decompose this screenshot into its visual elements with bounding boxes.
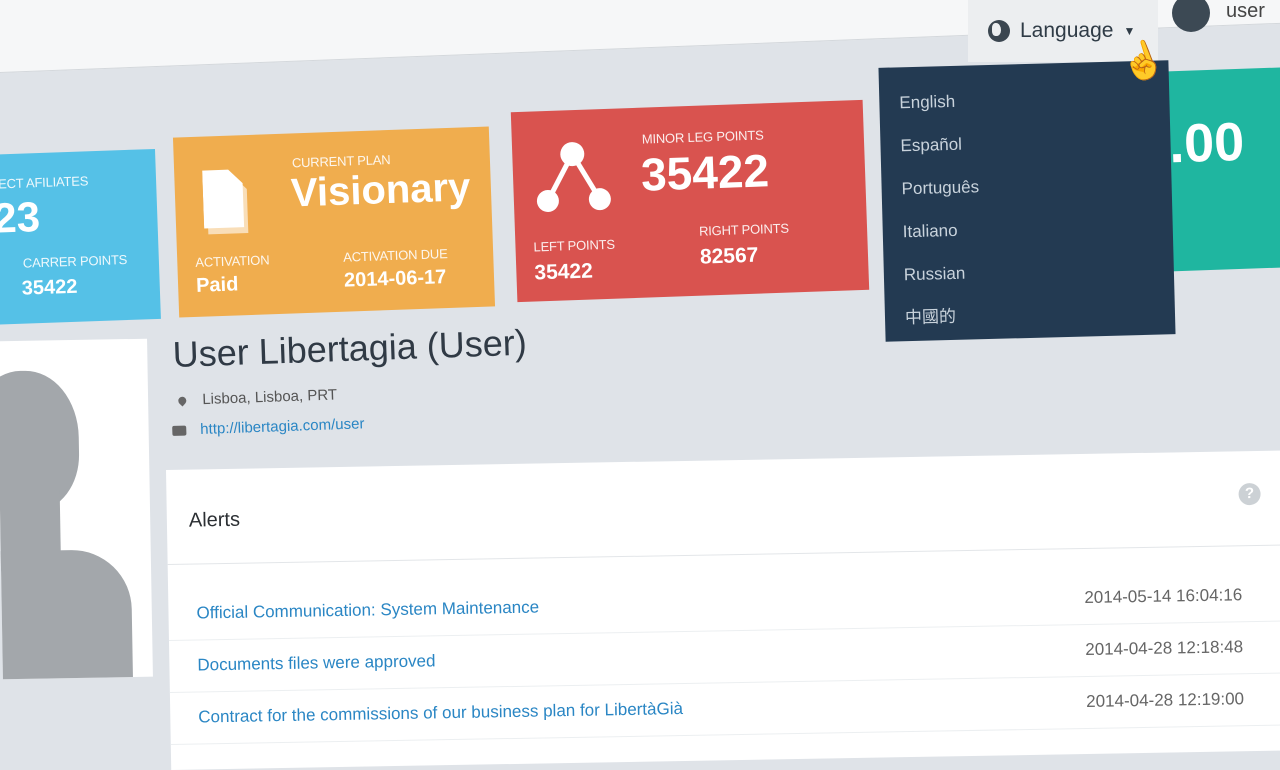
language-option-english[interactable]: English (899, 75, 1150, 125)
language-option-espanol[interactable]: Español (900, 118, 1151, 168)
language-menu: English Español Português Italiano Russi… (878, 60, 1176, 342)
tile-current-plan: CURRENT PLAN Visionary ACTIVATION Paid A… (172, 126, 496, 318)
alert-title[interactable]: Documents files were approved (197, 651, 435, 675)
tile-label: ECT AFILIATES (0, 173, 89, 192)
tile-sub-label: CARRER POINTS (22, 251, 128, 271)
activation-label: ACTIVATION (195, 252, 270, 270)
briefcase-icon (172, 425, 187, 436)
right-points-value: 82567 (699, 243, 759, 269)
alert-title[interactable]: Official Communication: System Maintenan… (196, 598, 539, 624)
alert-title[interactable]: Contract for the commissions of our busi… (198, 699, 683, 727)
language-option-italiano[interactable]: Italiano (902, 204, 1153, 254)
left-points-value: 35422 (534, 259, 594, 285)
language-option-portugues[interactable]: Português (901, 161, 1152, 211)
alert-date: 2014-04-28 12:19:00 (1086, 689, 1245, 711)
right-points-label: RIGHT POINTS (698, 220, 790, 239)
alert-date: 2014-04-28 12:18:48 (1085, 637, 1244, 659)
user-menu[interactable]: user (1172, 0, 1265, 36)
tile-value: 23 (0, 193, 41, 242)
tile-points: MINOR LEG POINTS 35422 LEFT POINTS 35422… (510, 99, 870, 303)
activation-due-label: ACTIVATION DUE (342, 246, 448, 265)
location-text: Lisboa, Lisboa, PRT (201, 386, 338, 409)
alert-date: 2014-05-14 16:04:16 (1084, 585, 1243, 607)
left-points-label: LEFT POINTS (533, 236, 616, 255)
profile-photo (0, 338, 153, 680)
avatar (1172, 0, 1210, 32)
profile-name: User Libertagia (User) (172, 321, 528, 375)
profile-location: Lisboa, Lisboa, PRT (176, 386, 337, 409)
language-label: Language (1020, 19, 1114, 42)
language-option-russian[interactable]: Russian (903, 247, 1154, 297)
alerts-panel: Alerts ? Official Communication: System … (166, 449, 1280, 770)
caret-down-icon: ▼ (1123, 24, 1136, 38)
user-name: user (1226, 0, 1265, 22)
plan-value: Visionary (290, 165, 471, 216)
minor-leg-value: 35422 (640, 144, 770, 201)
tile-sub-value: 35422 (21, 275, 78, 300)
document-icon (202, 169, 249, 235)
globe-icon (988, 20, 1010, 42)
map-pin-icon (176, 394, 188, 406)
alerts-title: Alerts (188, 508, 241, 532)
activation-due-value: 2014-06-17 (343, 266, 447, 292)
help-icon[interactable]: ? (1238, 482, 1261, 506)
divider (167, 543, 1280, 565)
language-option-chinese[interactable]: 中國的 (904, 290, 1155, 340)
profile-url: http://libertagia.com/user (172, 415, 365, 439)
tile-affiliates: ECT AFILIATES 23 CARRER POINTS 35422 (0, 148, 161, 326)
binary-tree-icon (536, 142, 611, 212)
activation-value: Paid (195, 273, 239, 297)
profile-link[interactable]: http://libertagia.com/user (200, 415, 365, 438)
